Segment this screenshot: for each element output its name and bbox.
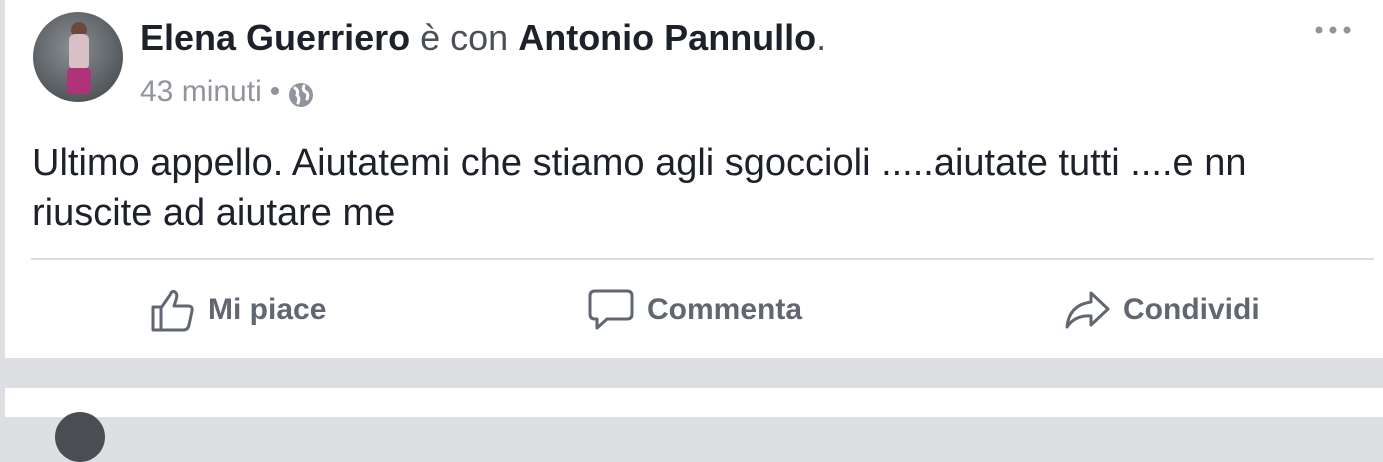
share-button[interactable]: Condividi (1063, 285, 1260, 335)
comment-button[interactable]: Commenta (587, 285, 802, 335)
avatar-photo-body (69, 34, 89, 68)
post-timestamp[interactable]: 43 minuti (140, 72, 262, 112)
with-text: è con (420, 17, 509, 58)
next-post-avatar[interactable] (55, 412, 105, 462)
header-period: . (816, 17, 827, 58)
author-avatar[interactable] (33, 12, 123, 102)
more-options-icon[interactable] (1313, 18, 1353, 42)
avatar-photo-skirt (67, 68, 91, 94)
comment-label: Commenta (647, 293, 803, 326)
share-label: Condividi (1123, 293, 1260, 326)
author-name[interactable]: Elena Guerriero (140, 17, 410, 58)
post-meta: 43 minuti • (140, 72, 314, 112)
comment-bubble-icon (588, 289, 634, 330)
globe-icon[interactable] (288, 79, 314, 107)
like-label: Mi piace (208, 293, 327, 326)
feed-post: Elena Guerriero è con Antonio Pannullo. … (5, 0, 1383, 358)
post-header: Elena Guerriero è con Antonio Pannullo. (140, 15, 826, 61)
like-button[interactable]: Mi piace (150, 285, 326, 335)
post-body: Ultimo appello. Aiutatemi che stiamo agl… (32, 142, 1247, 234)
share-arrow-icon (1065, 291, 1110, 329)
actions-divider (31, 258, 1374, 260)
meta-separator: • (269, 75, 281, 108)
next-feed-post (5, 388, 1383, 462)
tagged-person[interactable]: Antonio Pannullo (518, 17, 816, 58)
thumbs-up-icon (151, 289, 194, 332)
